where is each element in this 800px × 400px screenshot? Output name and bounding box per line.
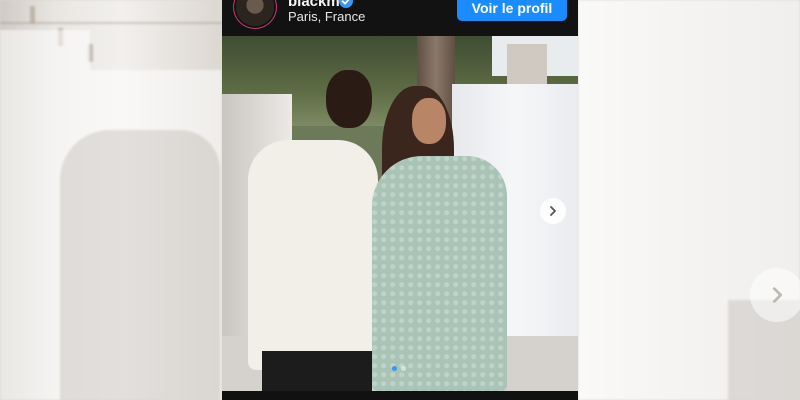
blurred-background-left [0,0,222,400]
post-location[interactable]: Paris, France [288,9,365,24]
avatar[interactable] [236,0,274,26]
blurred-background-right [578,0,800,400]
post-card: blackm Paris, France Voir le profil [222,0,578,400]
carousel-dot [401,366,406,371]
post-header: blackm Paris, France Voir le profil [222,0,578,36]
chevron-right-icon [550,206,556,216]
view-profile-button[interactable]: Voir le profil [457,0,567,21]
photo-woman-face [412,98,446,144]
verified-badge-icon [339,0,353,8]
background-next-button [750,268,800,322]
photo-building [507,44,547,89]
photo-man-head [326,70,372,128]
carousel-indicator [392,366,406,371]
post-photo[interactable] [222,36,578,391]
chevron-right-icon [772,287,783,303]
carousel-next-button[interactable] [540,198,566,224]
carousel-dot [392,366,397,371]
photo-man [248,140,378,370]
photo-woman [372,156,507,391]
photo-man-pants [262,351,372,391]
